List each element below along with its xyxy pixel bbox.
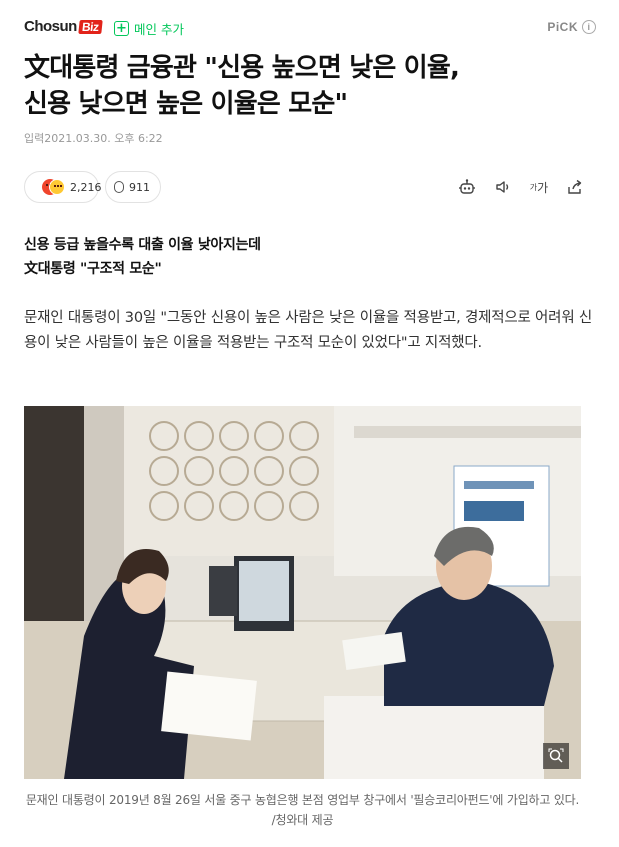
subhead-line-2: 文대통령 "구조적 모순" (24, 261, 162, 277)
add-to-main-button[interactable]: + 메인 추가 (114, 19, 184, 38)
share-icon[interactable] (564, 176, 586, 198)
press-logo[interactable]: Chosun Biz (24, 18, 103, 35)
pick-badge[interactable]: PiCK i (547, 20, 596, 34)
subhead-line-1: 신용 등급 높을수록 대출 이율 낮아지는데 (24, 237, 261, 253)
robot-summary-icon[interactable] (456, 176, 478, 198)
audio-icon[interactable] (492, 176, 514, 198)
font-size-label: 가 (537, 180, 549, 195)
zoom-icon[interactable] (543, 743, 569, 769)
article-body: 문재인 대통령이 30일 "그동안 신용이 높은 사람은 낮은 이율을 적용받고… (24, 310, 593, 351)
comment-button[interactable]: 911 (105, 171, 161, 203)
add-main-label: 메인 추가 (134, 22, 184, 37)
logo-badge: Biz (78, 20, 103, 34)
add-icon: + (114, 21, 129, 36)
top-bar: Chosun Biz + 메인 추가 PiCK i (24, 14, 596, 42)
article-title: 文대통령 금융관 "신용 높으면 낮은 이율, 신용 낮으면 높은 이율은 모순… (24, 50, 596, 122)
article-action-row: 2,216 911 가가 (24, 171, 586, 203)
logo-text: Chosun (24, 18, 77, 35)
title-line-2: 신용 낮으면 높은 이율은 모순" (24, 89, 348, 119)
comment-icon (114, 181, 124, 193)
font-size-icon[interactable]: 가가 (528, 176, 550, 198)
pick-label: PiCK (547, 20, 578, 34)
publish-datetime: 입력2021.03.30. 오후 6:22 (24, 132, 163, 145)
article-tools: 가가 (456, 176, 586, 198)
info-icon[interactable]: i (582, 20, 596, 34)
reaction-button[interactable]: 2,216 (24, 171, 102, 203)
title-line-1: 文대통령 금융관 "신용 높으면 낮은 이율, (24, 53, 460, 83)
reaction-count: 2,216 (70, 180, 102, 194)
comment-count: 911 (129, 180, 150, 194)
article-photo[interactable] (24, 406, 581, 779)
article-subheading: 신용 등급 높을수록 대출 이율 낮아지는데 文대통령 "구조적 모순" (24, 233, 261, 281)
reaction-icon (33, 179, 65, 195)
photo-caption: 문재인 대통령이 2019년 8월 26일 서울 중구 농협은행 본점 영업부 … (25, 793, 580, 827)
photo-illustration (24, 406, 581, 779)
